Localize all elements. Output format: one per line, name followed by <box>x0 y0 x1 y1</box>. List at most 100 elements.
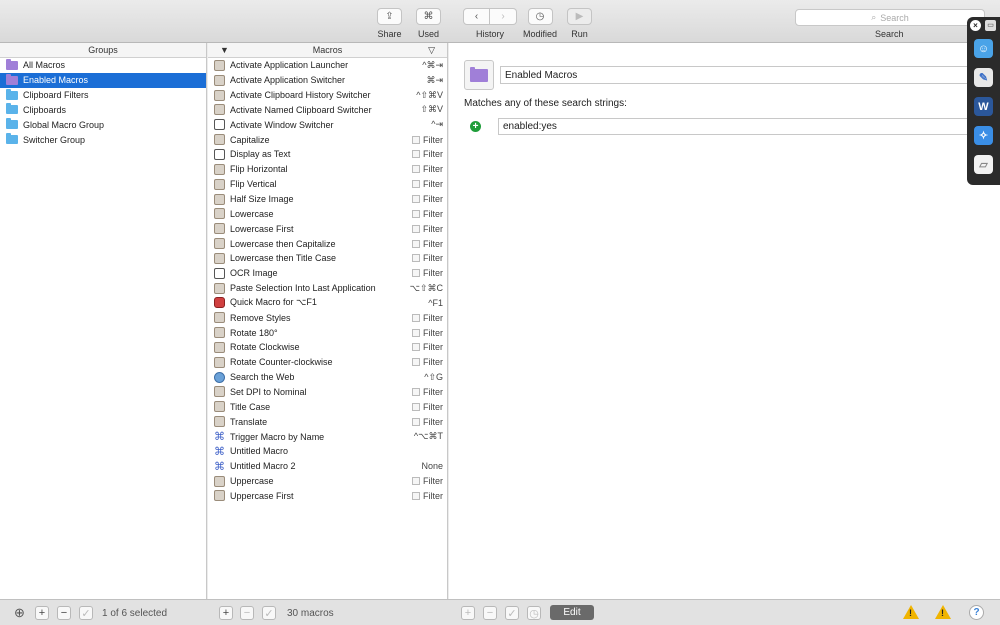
macro-trigger: ^⌘⇥ <box>422 60 443 71</box>
enable-macro-checkbox[interactable]: ✓ <box>262 606 276 620</box>
add-search-string-button[interactable]: + <box>470 121 481 132</box>
used-group[interactable]: ⌘ Used <box>416 8 441 39</box>
macro-row[interactable]: Uppercase Filter <box>208 474 447 489</box>
remove-action-button[interactable]: − <box>483 606 497 620</box>
application-palette[interactable]: × ▭ ☺ ✎ W ✧ ▱ <box>967 17 1000 185</box>
finder-icon[interactable]: ☺ <box>974 39 993 58</box>
sort-triangle-icon[interactable]: ▼ <box>220 43 229 58</box>
modified-button[interactable]: ◷ <box>527 8 553 25</box>
macro-row[interactable]: Activate Named Clipboard Switcher ⇧⌘V <box>208 103 447 118</box>
remove-macro-button[interactable]: − <box>240 606 254 620</box>
preview-icon[interactable]: ✎ <box>974 68 993 87</box>
macro-app-icon <box>214 208 225 220</box>
palette-minimize-icon[interactable]: ▭ <box>985 20 996 31</box>
macro-app-icon <box>214 312 225 324</box>
macro-name: Activate Window Switcher <box>230 119 334 130</box>
macro-trigger: ⇧⌘V <box>420 104 443 115</box>
macro-app-icon <box>214 401 225 413</box>
add-macro-button[interactable]: + <box>219 606 233 620</box>
target-button[interactable]: ⊕ <box>14 605 25 620</box>
help-button[interactable]: ? <box>969 605 984 620</box>
used-button[interactable]: ⌘ <box>416 8 441 25</box>
macro-row[interactable]: Flip Vertical Filter <box>208 177 447 192</box>
macro-row[interactable]: Search the Web ^⇧G <box>208 370 447 385</box>
word-icon[interactable]: W <box>974 97 993 116</box>
macro-row[interactable]: Capitalize Filter <box>208 132 447 147</box>
macro-row[interactable]: Lowercase then Capitalize Filter <box>208 236 447 251</box>
macro-row[interactable]: Title Case Filter <box>208 399 447 414</box>
search-input[interactable]: ⌕ Search <box>795 9 985 26</box>
macro-row[interactable]: Half Size Image Filter <box>208 192 447 207</box>
macro-row[interactable]: Flip Horizontal Filter <box>208 162 447 177</box>
macro-trigger-text: ^⌘⇥ <box>422 59 443 70</box>
macro-row[interactable]: Rotate Clockwise Filter <box>208 340 447 355</box>
safari-icon[interactable]: ✧ <box>974 126 993 145</box>
macro-row[interactable]: ⌘ Trigger Macro by Name ^⌥⌘T <box>208 429 447 444</box>
clock-button[interactable]: ◷ <box>527 606 541 620</box>
command-icon: ⌘ <box>214 460 225 472</box>
macro-name: Activate Application Switcher <box>230 75 346 86</box>
warning-icon-2[interactable]: ! <box>935 605 951 619</box>
macro-row[interactable]: Lowercase Filter <box>208 206 447 221</box>
macro-row[interactable]: Remove Styles Filter <box>208 310 447 325</box>
group-item-enabled-macros[interactable]: Enabled Macros <box>0 72 206 88</box>
macro-trigger-text: Filter <box>423 312 443 323</box>
macro-row[interactable]: Paste Selection Into Last Application ⌥⇧⌘… <box>208 281 447 296</box>
macro-name: Half Size Image <box>230 194 294 205</box>
enable-action-checkbox[interactable]: ✓ <box>505 606 519 620</box>
macro-row[interactable]: Rotate Counter-clockwise Filter <box>208 355 447 370</box>
macro-row[interactable]: Uppercase First Filter <box>208 488 447 503</box>
filter-icon <box>412 254 420 263</box>
macro-row[interactable]: Quick Macro for ⌥F1 ^F1 <box>208 296 447 311</box>
macro-row[interactable]: ⌘ Untitled Macro <box>208 444 447 459</box>
remove-group-button[interactable]: − <box>57 606 71 620</box>
share-button[interactable]: ⇪ <box>377 8 402 25</box>
macro-name: Uppercase First <box>230 490 294 501</box>
macro-trigger-text: ⇧⌘V <box>420 104 443 115</box>
modified-group[interactable]: ◷ Modified <box>523 8 557 39</box>
run-button[interactable]: ▶ <box>567 8 592 25</box>
group-item-clipboard-filters[interactable]: Clipboard Filters <box>0 88 206 103</box>
add-action-button[interactable]: + <box>461 606 475 620</box>
group-name-field[interactable]: Enabled Macros <box>500 66 1000 84</box>
search-string-field[interactable]: enabled:yes <box>498 118 1000 135</box>
notes-icon[interactable]: ▱ <box>974 155 993 174</box>
run-group[interactable]: ▶ Run <box>567 8 592 39</box>
macro-row[interactable]: Display as Text Filter <box>208 147 447 162</box>
palette-close-icon[interactable]: × <box>970 20 981 31</box>
group-item-all-macros[interactable]: All Macros <box>0 58 206 73</box>
groups-header[interactable]: Groups <box>0 43 206 58</box>
macro-row[interactable]: Rotate 180° Filter <box>208 325 447 340</box>
macro-row[interactable]: Activate Application Launcher ^⌘⇥ <box>208 58 447 73</box>
group-item-switcher-group[interactable]: Switcher Group <box>0 132 206 147</box>
add-group-button[interactable]: + <box>35 606 49 620</box>
share-group[interactable]: ⇪ Share <box>377 8 402 39</box>
group-item-clipboards[interactable]: Clipboards <box>0 103 206 118</box>
edit-button[interactable]: Edit <box>550 605 594 620</box>
macro-row[interactable]: Activate Window Switcher ^⇥ <box>208 117 447 132</box>
toolbar: ⇪ Share ⌘ Used ‹ › History ◷ Modified ▶ … <box>0 0 1000 43</box>
history-back-button[interactable]: ‹ <box>463 8 490 25</box>
macro-row[interactable]: OCR Image Filter <box>208 266 447 281</box>
history-segmented-control[interactable]: ‹ › <box>463 8 517 25</box>
macro-row[interactable]: Activate Application Switcher ⌘⇥ <box>208 73 447 88</box>
macro-row[interactable]: Lowercase then Title Case Filter <box>208 251 447 266</box>
macro-trigger: Filter <box>412 476 443 486</box>
macros-header[interactable]: ▼ Macros ▽ <box>208 43 447 58</box>
group-item-global-macro-group[interactable]: Global Macro Group <box>0 117 206 132</box>
macro-row[interactable]: Lowercase First Filter <box>208 221 447 236</box>
macros-status: 30 macros <box>287 607 334 619</box>
group-icon-well[interactable] <box>464 60 494 90</box>
macro-row[interactable]: Set DPI to Nominal Filter <box>208 385 447 400</box>
warning-icon[interactable]: ! <box>903 605 919 619</box>
macro-row[interactable]: Translate Filter <box>208 414 447 429</box>
groups-list: All Macros Enabled Macros Clipboard Filter… <box>0 58 206 147</box>
enable-group-checkbox[interactable]: ✓ <box>79 606 93 620</box>
macro-trigger-text: Filter <box>423 194 443 205</box>
history-forward-button[interactable]: › <box>490 8 517 25</box>
macro-name: Activate Clipboard History Switcher <box>230 90 371 101</box>
macro-row[interactable]: Activate Clipboard History Switcher ^⇧⌘V <box>208 88 447 103</box>
macro-row[interactable]: ⌘ Untitled Macro 2 None <box>208 459 447 474</box>
filter-triangle-icon[interactable]: ▽ <box>428 43 435 58</box>
macro-trigger: Filter <box>412 387 443 397</box>
